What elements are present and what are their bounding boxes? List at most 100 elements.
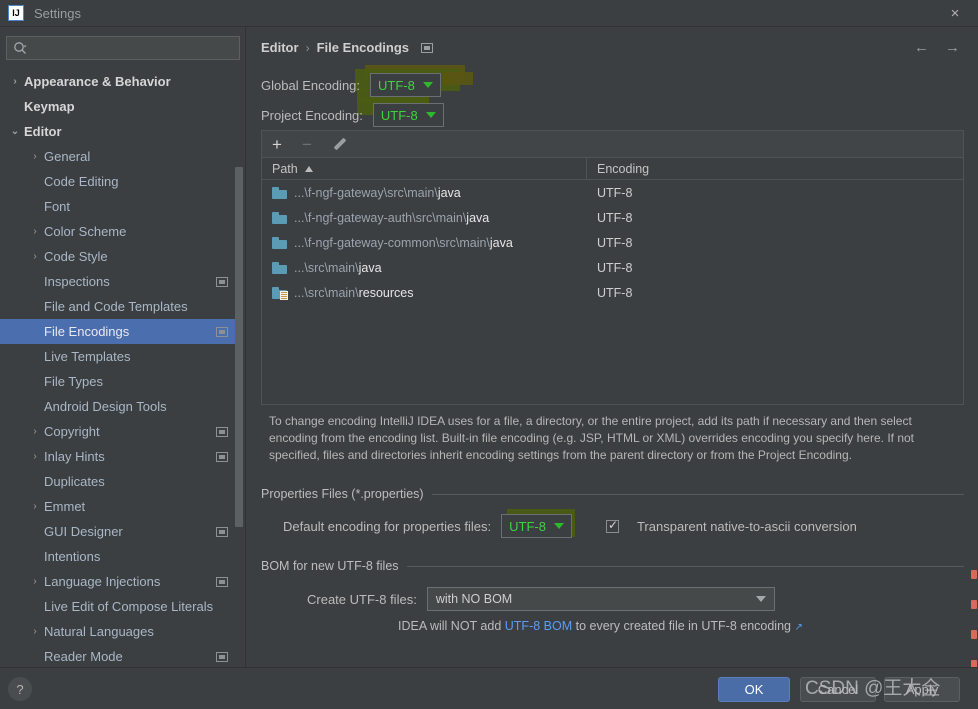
forward-icon[interactable]: → — [945, 39, 960, 56]
column-label: Path — [272, 161, 298, 176]
divider — [406, 565, 964, 567]
table-cell-encoding: UTF-8 — [597, 260, 633, 275]
sidebar-item-label: Intentions — [44, 549, 101, 564]
add-icon[interactable]: + — [272, 136, 282, 153]
sidebar-item-android-design-tools[interactable]: ›Android Design Tools — [0, 394, 240, 419]
bom-note-after: to every created file in UTF-8 encoding — [572, 619, 791, 633]
sidebar-item-label: Editor — [24, 124, 62, 139]
close-icon[interactable]: × — [932, 0, 978, 27]
chevron-right-icon[interactable]: › — [28, 451, 42, 462]
chevron-right-icon[interactable]: › — [28, 576, 42, 587]
chevron-right-icon[interactable]: › — [28, 226, 42, 237]
sidebar-item-inspections[interactable]: ›Inspections — [0, 269, 240, 294]
native-to-ascii-checkbox[interactable] — [605, 518, 619, 533]
sidebar-item-gui-designer[interactable]: ›GUI Designer — [0, 519, 240, 544]
sidebar-item-general[interactable]: › General — [0, 144, 240, 169]
bom-note-link[interactable]: UTF-8 BOM — [505, 619, 572, 633]
path-text: ...\f-ngf-gateway-auth\src\main\java — [294, 211, 489, 225]
sidebar-item-file-types[interactable]: ›File Types — [0, 369, 240, 394]
search-box[interactable] — [6, 36, 240, 60]
path-prefix: ...\f-ngf-gateway\src\main\ — [294, 185, 438, 200]
sidebar-item-label: Live Edit of Compose Literals — [44, 599, 214, 614]
app-icon: IJ — [8, 5, 24, 21]
title-bar: IJ Settings × — [0, 0, 978, 27]
sidebar-scrollbar-track[interactable] — [235, 27, 244, 625]
global-encoding-label: Global Encoding: — [261, 77, 361, 93]
sidebar-item-code-style[interactable]: › Code Style — [0, 244, 240, 269]
path-prefix: ...\src\main\ — [294, 260, 359, 275]
table-row[interactable]: ...\f-ngf-gateway\src\main\java UTF-8 — [262, 180, 963, 205]
sidebar-item-inlay-hints[interactable]: › Inlay Hints — [0, 444, 240, 469]
path-prefix: ...\f-ngf-gateway-auth\src\main\ — [294, 210, 467, 225]
sidebar-item-label: Android Design Tools — [44, 399, 167, 414]
sidebar-item-label: Keymap — [24, 99, 75, 114]
folder-icon — [272, 211, 287, 224]
sidebar-item-copyright[interactable]: › Copyright — [0, 419, 240, 444]
properties-encoding-combo[interactable]: UTF-8 — [501, 514, 572, 538]
chevron-down-icon — [425, 112, 436, 118]
sidebar-item-label: Emmet — [44, 499, 86, 514]
sidebar-item-file-and-code-templates[interactable]: ›File and Code Templates — [0, 294, 240, 319]
sidebar-item-emmet[interactable]: › Emmet — [0, 494, 240, 519]
folder-icon — [272, 261, 287, 274]
marker-stroke — [443, 72, 473, 85]
resources-folder-icon — [272, 286, 288, 300]
chevron-right-icon[interactable]: › — [28, 251, 42, 262]
help-description: To change encoding IntelliJ IDEA uses fo… — [269, 414, 914, 462]
sidebar-item-reader-mode[interactable]: ›Reader Mode — [0, 644, 240, 667]
chevron-down-icon[interactable]: ⌄ — [8, 126, 22, 137]
chevron-right-icon[interactable]: › — [28, 426, 42, 437]
table-cell-encoding: UTF-8 — [597, 285, 633, 300]
create-utf8-value: with NO BOM — [435, 592, 513, 606]
ok-button[interactable]: OK — [718, 677, 790, 702]
sidebar-item-natural-languages[interactable]: › Natural Languages — [0, 619, 240, 644]
chevron-right-icon[interactable]: › — [28, 151, 42, 162]
column-header-path[interactable]: Path — [262, 158, 587, 179]
sidebar-item-intentions[interactable]: ›Intentions — [0, 544, 240, 569]
breadcrumb-parent[interactable]: Editor — [261, 40, 299, 55]
pencil-icon[interactable] — [332, 137, 346, 151]
external-link-icon[interactable]: ↗ — [794, 622, 802, 633]
sidebar-item-label: Code Style — [44, 249, 108, 264]
chevron-right-icon[interactable]: › — [8, 76, 22, 87]
sidebar-item-duplicates[interactable]: ›Duplicates — [0, 469, 240, 494]
sidebar-item-label: General — [44, 149, 91, 164]
sidebar-item-live-templates[interactable]: ›Live Templates — [0, 344, 240, 369]
table-header: Path Encoding — [262, 158, 963, 180]
sidebar-item-code-editing[interactable]: ›Code Editing — [0, 169, 240, 194]
back-icon[interactable]: ← — [914, 39, 929, 56]
remove-icon: − — [301, 134, 312, 154]
sidebar-item-label: Language Injections — [44, 574, 161, 589]
table-row[interactable]: ...\src\main\resources UTF-8 — [262, 280, 963, 305]
sidebar-item-keymap[interactable]: ›Keymap — [0, 94, 240, 119]
properties-section-title: Properties Files (*.properties) — [261, 487, 424, 501]
sidebar-item-appearance-behavior[interactable]: › Appearance & Behavior — [0, 69, 240, 94]
sidebar-scrollbar-thumb[interactable] — [235, 167, 243, 527]
main-panel: Editor › File Encodings ← → Global Encod… — [247, 27, 978, 667]
help-button[interactable]: ? — [8, 677, 32, 701]
sidebar-item-label: Code Editing — [44, 174, 119, 189]
sidebar-item-label: Color Scheme — [44, 224, 127, 239]
table-cell-path: ...\src\main\java — [262, 261, 587, 275]
project-encoding-value: UTF-8 — [380, 107, 418, 123]
chevron-right-icon[interactable]: › — [28, 626, 42, 637]
create-utf8-combo[interactable]: with NO BOM — [426, 587, 775, 611]
bom-note-before: IDEA will NOT add — [398, 619, 505, 633]
path-leaf: java — [358, 260, 382, 275]
sidebar-item-font[interactable]: ›Font — [0, 194, 240, 219]
table-row[interactable]: ...\src\main\java UTF-8 — [262, 255, 963, 280]
table-row[interactable]: ...\f-ngf-gateway-auth\src\main\java UTF-… — [262, 205, 963, 230]
sidebar-item-file-encodings[interactable]: ›File Encodings — [0, 319, 240, 344]
sidebar-item-editor[interactable]: ⌄ Editor — [0, 119, 240, 144]
sidebar-item-label: Natural Languages — [44, 624, 154, 639]
sidebar-item-language-injections[interactable]: › Language Injections — [0, 569, 240, 594]
chevron-right-icon[interactable]: › — [28, 501, 42, 512]
search-input[interactable] — [31, 41, 239, 55]
breadcrumb-current: File Encodings — [316, 40, 410, 55]
column-header-encoding[interactable]: Encoding — [587, 158, 963, 179]
project-encoding-combo[interactable]: UTF-8 — [372, 103, 444, 127]
sidebar-item-color-scheme[interactable]: › Color Scheme — [0, 219, 240, 244]
global-encoding-combo[interactable]: UTF-8 — [370, 73, 441, 97]
table-row[interactable]: ...\f-ngf-gateway-common\src\main\java UT… — [262, 230, 963, 255]
sidebar-item-live-edit-of-compose-literals[interactable]: ›Live Edit of Compose Literals — [0, 594, 240, 619]
